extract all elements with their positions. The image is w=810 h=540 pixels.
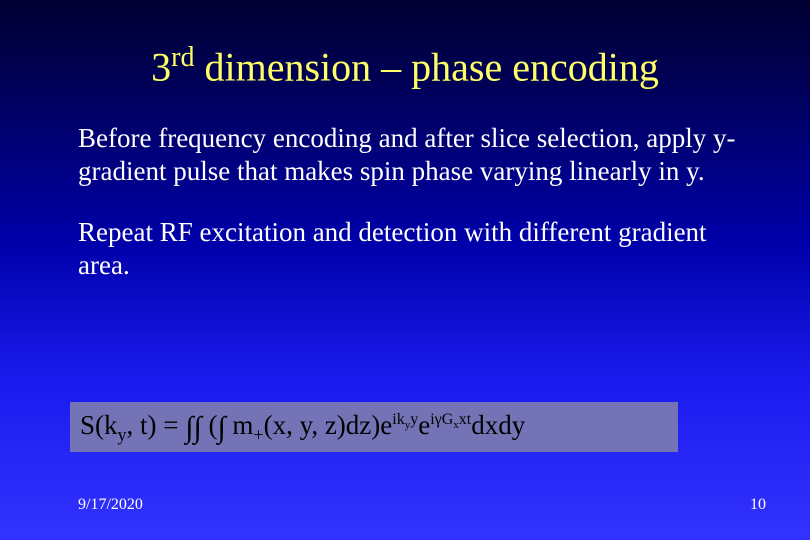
formula-box: S(ky, t) = ∫∫ (∫ m+(x, y, z)dz)eikyyeiγG… xyxy=(70,402,678,452)
f-sup2a: iγG xyxy=(430,411,453,428)
f-sup2: iγGxxt xyxy=(430,411,471,428)
f-t7: dxdy xyxy=(471,410,525,440)
paragraph-1: Before frequency encoding and after slic… xyxy=(0,110,810,188)
f-t3: ( xyxy=(202,410,218,440)
f-sub2: + xyxy=(253,424,263,444)
paragraph-2: Repeat RF excitation and detection with … xyxy=(0,188,810,282)
footer-page-number: 10 xyxy=(750,496,766,514)
integral-icon: ∫ xyxy=(217,411,225,444)
f-t1: S(k xyxy=(80,410,118,440)
f-sup1c: y xyxy=(410,411,418,428)
f-t2: , t) = xyxy=(127,410,186,440)
f-sup1: ikyy xyxy=(392,411,418,428)
footer-date: 9/17/2020 xyxy=(78,496,143,514)
f-t4: m xyxy=(226,410,254,440)
integral-icon: ∫ xyxy=(193,411,201,444)
title-pre: 3 xyxy=(151,44,171,89)
slide-title: 3rd dimension – phase encoding xyxy=(0,0,810,110)
title-post: dimension – phase encoding xyxy=(194,44,658,89)
f-sup1a: ik xyxy=(392,411,404,428)
f-t5: (x, y, z)dz)e xyxy=(264,410,393,440)
f-t6: e xyxy=(418,410,430,440)
f-sub1: y xyxy=(118,424,127,444)
title-superscript: rd xyxy=(171,42,194,73)
formula-text: S(ky, t) = ∫∫ (∫ m+(x, y, z)dz)eikyyeiγG… xyxy=(80,410,525,440)
f-sup2c: xt xyxy=(459,411,471,428)
